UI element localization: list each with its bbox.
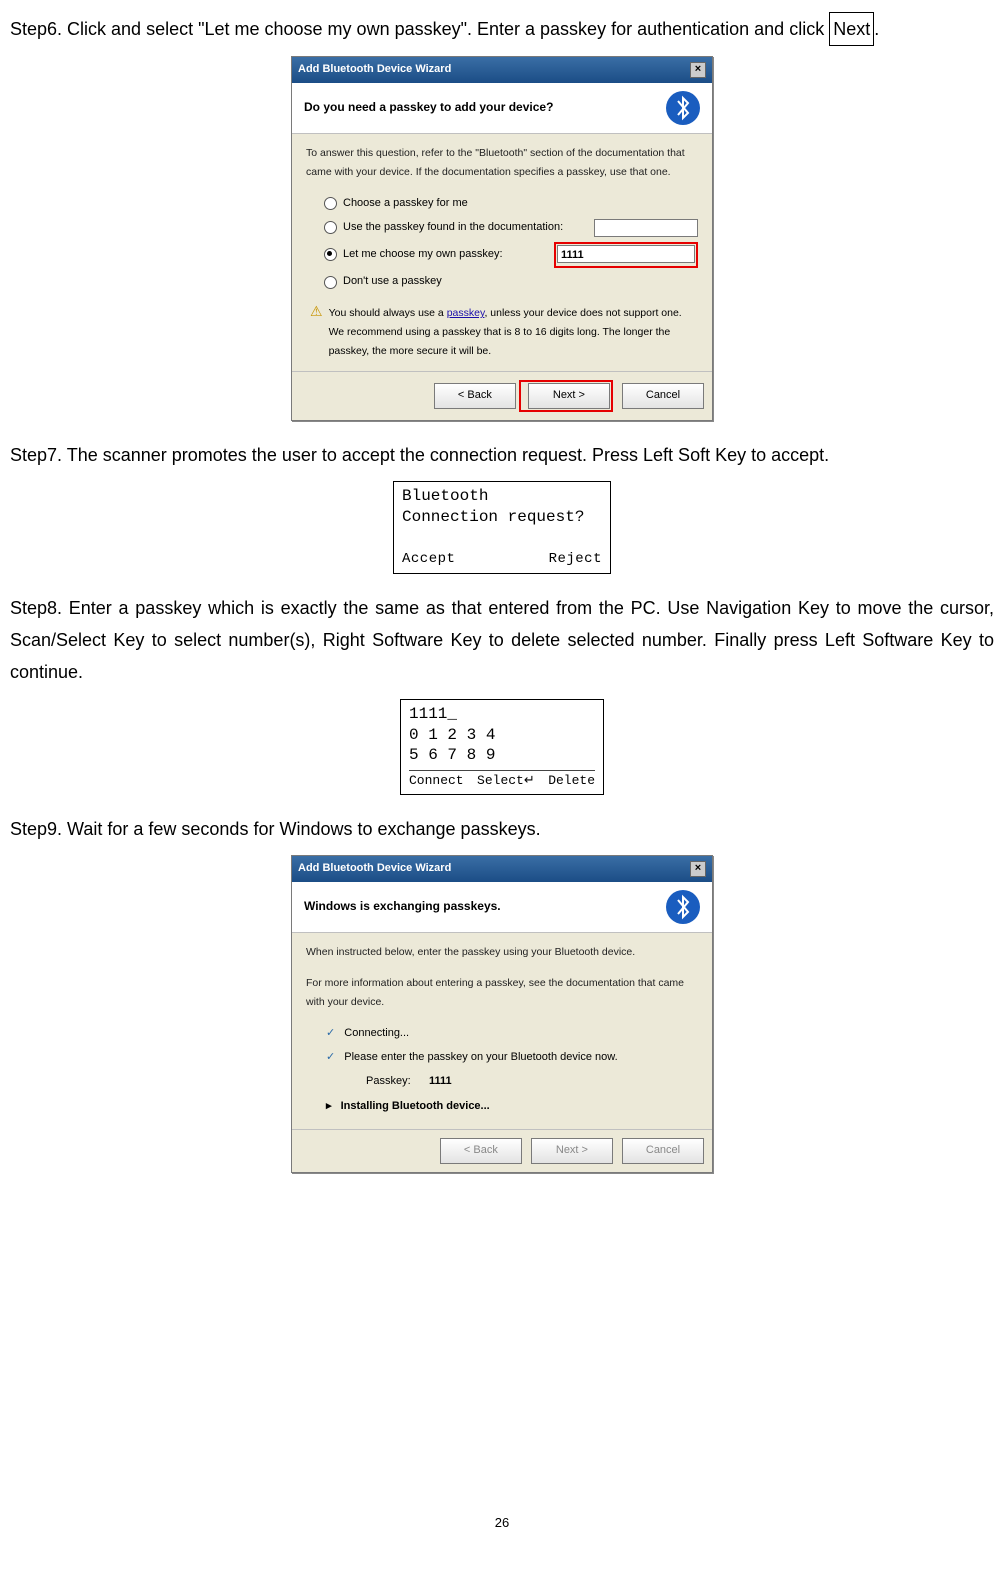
check-icon: ✓: [326, 1051, 335, 1063]
check-icon: ✓: [326, 1027, 335, 1039]
radio-own-passkey[interactable]: Let me choose my own passkey: 1111: [324, 242, 698, 269]
close-icon[interactable]: ×: [690, 62, 706, 78]
back-button: < Back: [440, 1138, 522, 1164]
wizard-heading: Do you need a passkey to add your device…: [304, 97, 553, 119]
lcd-line-2: 0 1 2 3 4: [409, 725, 595, 746]
radio-icon: [324, 276, 337, 289]
softkey-connect[interactable]: Connect: [409, 773, 464, 790]
status-installing: ▸ Installing Bluetooth device...: [326, 1097, 698, 1117]
bluetooth-icon: [666, 890, 700, 924]
next-highlight: Next >: [519, 380, 613, 412]
radio-label-4: Don't use a passkey: [343, 272, 442, 292]
lcd-line-1: Bluetooth: [402, 486, 602, 507]
radio-label-1: Choose a passkey for me: [343, 194, 468, 214]
wizard-header: Windows is exchanging passkeys.: [292, 882, 712, 933]
radio-label-2: Use the passkey found in the documentati…: [343, 218, 588, 238]
wizard-title: Add Bluetooth Device Wizard: [298, 859, 451, 879]
wizard-body: To answer this question, refer to the "B…: [292, 134, 712, 371]
radio-choose-for-me[interactable]: Choose a passkey for me: [324, 194, 698, 214]
lcd-line-1: 1111_: [409, 704, 595, 725]
softkey-accept[interactable]: Accept: [402, 550, 455, 568]
wizard-tip: You should always use a passkey, unless …: [329, 304, 698, 361]
note-2: For more information about entering a pa…: [306, 974, 698, 1012]
radio-no-passkey[interactable]: Don't use a passkey: [324, 272, 698, 292]
step6-line1: Step6. Click and select "Let me choose m…: [10, 19, 824, 39]
next-button: Next >: [531, 1138, 613, 1164]
wizard-titlebar: Add Bluetooth Device Wizard ×: [292, 856, 712, 882]
radio-icon-selected: [324, 248, 337, 261]
scanner-lcd-connection: Bluetooth Connection request? Accept Rej…: [393, 481, 611, 574]
radio-label-3: Let me choose my own passkey:: [343, 245, 548, 265]
wizard-note: To answer this question, refer to the "B…: [306, 144, 698, 182]
note-1: When instructed below, enter the passkey…: [306, 943, 698, 962]
back-button[interactable]: < Back: [434, 383, 516, 409]
radio-doc-passkey[interactable]: Use the passkey found in the documentati…: [324, 218, 698, 238]
info-icon: ⚠: [310, 304, 323, 361]
scanner-lcd-passkey: 1111_ 0 1 2 3 4 5 6 7 8 9 Connect Select…: [400, 699, 604, 795]
lcd-softkeys: Connect Select↵ Delete: [409, 770, 595, 790]
step9-text: Step9. Wait for a few seconds for Window…: [10, 813, 994, 845]
step8-text: Step8. Enter a passkey which is exactly …: [10, 592, 994, 689]
doc-passkey-input[interactable]: [594, 219, 698, 237]
wizard-heading: Windows is exchanging passkeys.: [304, 896, 501, 918]
step7-text: Step7. The scanner promotes the user to …: [10, 439, 994, 471]
step6-text: Step6. Click and select "Let me choose m…: [10, 12, 994, 46]
wizard-header: Do you need a passkey to add your device…: [292, 83, 712, 134]
wizard-info: ⚠ You should always use a passkey, unles…: [310, 304, 698, 361]
passkey-input[interactable]: 1111: [557, 245, 695, 263]
wizard-body: When instructed below, enter the passkey…: [292, 933, 712, 1129]
bluetooth-wizard-passkey: Add Bluetooth Device Wizard × Do you nee…: [291, 56, 713, 420]
passkey-highlight: 1111: [554, 242, 698, 269]
period: .: [874, 19, 879, 39]
arrow-icon: ▸: [326, 1100, 332, 1112]
next-button[interactable]: Next >: [528, 383, 610, 409]
wizard-titlebar: Add Bluetooth Device Wizard ×: [292, 57, 712, 83]
softkey-select[interactable]: Select↵: [477, 773, 535, 790]
cancel-button: Cancel: [622, 1138, 704, 1164]
wizard-title: Add Bluetooth Device Wizard: [298, 60, 451, 80]
radio-icon: [324, 197, 337, 210]
passkey-value: 1111: [429, 1075, 452, 1087]
lcd-softkeys: Accept Reject: [402, 550, 602, 568]
softkey-delete[interactable]: Delete: [548, 773, 595, 790]
softkey-reject[interactable]: Reject: [549, 550, 602, 568]
lcd-line-3: 5 6 7 8 9: [409, 745, 595, 766]
close-icon[interactable]: ×: [690, 861, 706, 877]
passkey-display: Passkey: 1111: [366, 1072, 698, 1092]
lcd-line-2: Connection request?: [402, 507, 602, 528]
radio-icon: [324, 221, 337, 234]
passkey-link[interactable]: passkey: [447, 307, 485, 319]
next-boxed: Next: [829, 12, 874, 46]
status-enter-passkey: ✓ Please enter the passkey on your Bluet…: [326, 1048, 698, 1068]
page-number: 26: [10, 1511, 994, 1534]
cancel-button[interactable]: Cancel: [622, 383, 704, 409]
status-connecting: ✓ Connecting...: [326, 1024, 698, 1044]
wizard-footer: < Back Next > Cancel: [292, 371, 712, 420]
wizard-footer: < Back Next > Cancel: [292, 1129, 712, 1172]
bluetooth-wizard-exchange: Add Bluetooth Device Wizard × Windows is…: [291, 855, 713, 1173]
bluetooth-icon: [666, 91, 700, 125]
